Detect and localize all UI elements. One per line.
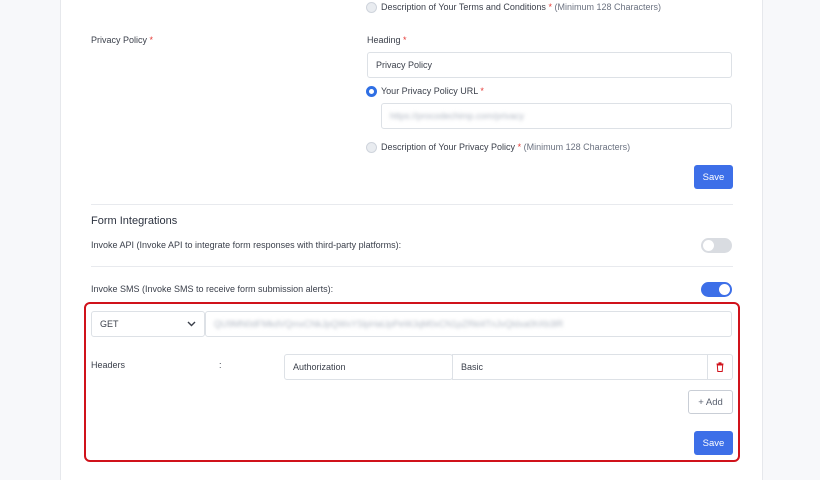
chevron-down-icon [187,321,196,327]
privacy-description-label: Description of Your Privacy Policy [381,142,516,152]
form-integrations-title: Form Integrations [91,215,178,227]
privacy-policy-label: Privacy Policy * [91,35,153,45]
toggle-knob [719,284,730,295]
terms-description-option: Description of Your Terms and Conditions… [381,2,661,12]
heading-label-text: Heading [367,35,401,45]
headers-label: Headers [91,360,126,370]
http-method-value: GET [100,319,119,329]
header-key-input[interactable]: Authorization [284,354,453,380]
privacy-save-button[interactable]: Save [694,165,733,189]
divider [91,266,733,267]
header-value-input[interactable]: Basic [452,354,708,380]
invoke-api-label: Invoke API (Invoke API to integrate form… [91,240,402,250]
divider [91,204,733,205]
sms-endpoint-input[interactable]: QU9MN0dFMkdVQmxCNkJpQWxYSlpHaUpPeWJqM0xC… [205,311,732,337]
privacy-url-radio[interactable] [366,86,377,97]
required-asterisk: * [517,142,522,152]
required-asterisk: * [403,35,407,45]
trash-icon [716,362,724,372]
heading-label: Heading * [367,35,407,45]
header-key-value: Authorization [293,362,346,372]
required-asterisk: * [149,35,154,45]
privacy-url-input[interactable]: https://procodechimp.com/privacy [381,103,732,129]
privacy-heading-input[interactable]: Privacy Policy [367,52,732,78]
privacy-heading-value: Privacy Policy [376,60,433,70]
privacy-url-value: https://procodechimp.com/privacy [390,111,525,121]
delete-header-button[interactable] [707,354,733,380]
terms-description-label: Description of Your Terms and Conditions [381,2,546,12]
sms-endpoint-value: QU9MN0dFMkdVQmxCNkJpQWxYSlpHaUpPeWJqM0xC… [214,319,564,329]
privacy-description-hint: (Minimum 128 Characters) [523,142,631,152]
header-value-text: Basic [461,362,484,372]
invoke-api-toggle[interactable] [701,238,732,253]
privacy-url-label: Your Privacy Policy URL [381,86,478,96]
required-asterisk: * [548,2,552,12]
terms-description-radio[interactable] [366,2,377,13]
privacy-description-option: Description of Your Privacy Policy * (Mi… [381,142,630,152]
privacy-policy-label-text: Privacy Policy [91,35,148,45]
privacy-url-option: Your Privacy Policy URL * [381,86,484,96]
required-asterisk: * [480,86,484,96]
invoke-sms-label: Invoke SMS (Invoke SMS to receive form s… [91,284,334,294]
http-method-select[interactable]: GET [91,311,205,337]
sms-save-button[interactable]: Save [694,431,733,455]
toggle-knob [703,240,714,251]
headers-separator: : [219,360,222,370]
privacy-description-radio[interactable] [366,142,377,153]
add-header-button[interactable]: + Add [688,390,733,414]
terms-description-hint: (Minimum 128 Characters) [554,2,662,12]
invoke-sms-toggle[interactable] [701,282,732,297]
